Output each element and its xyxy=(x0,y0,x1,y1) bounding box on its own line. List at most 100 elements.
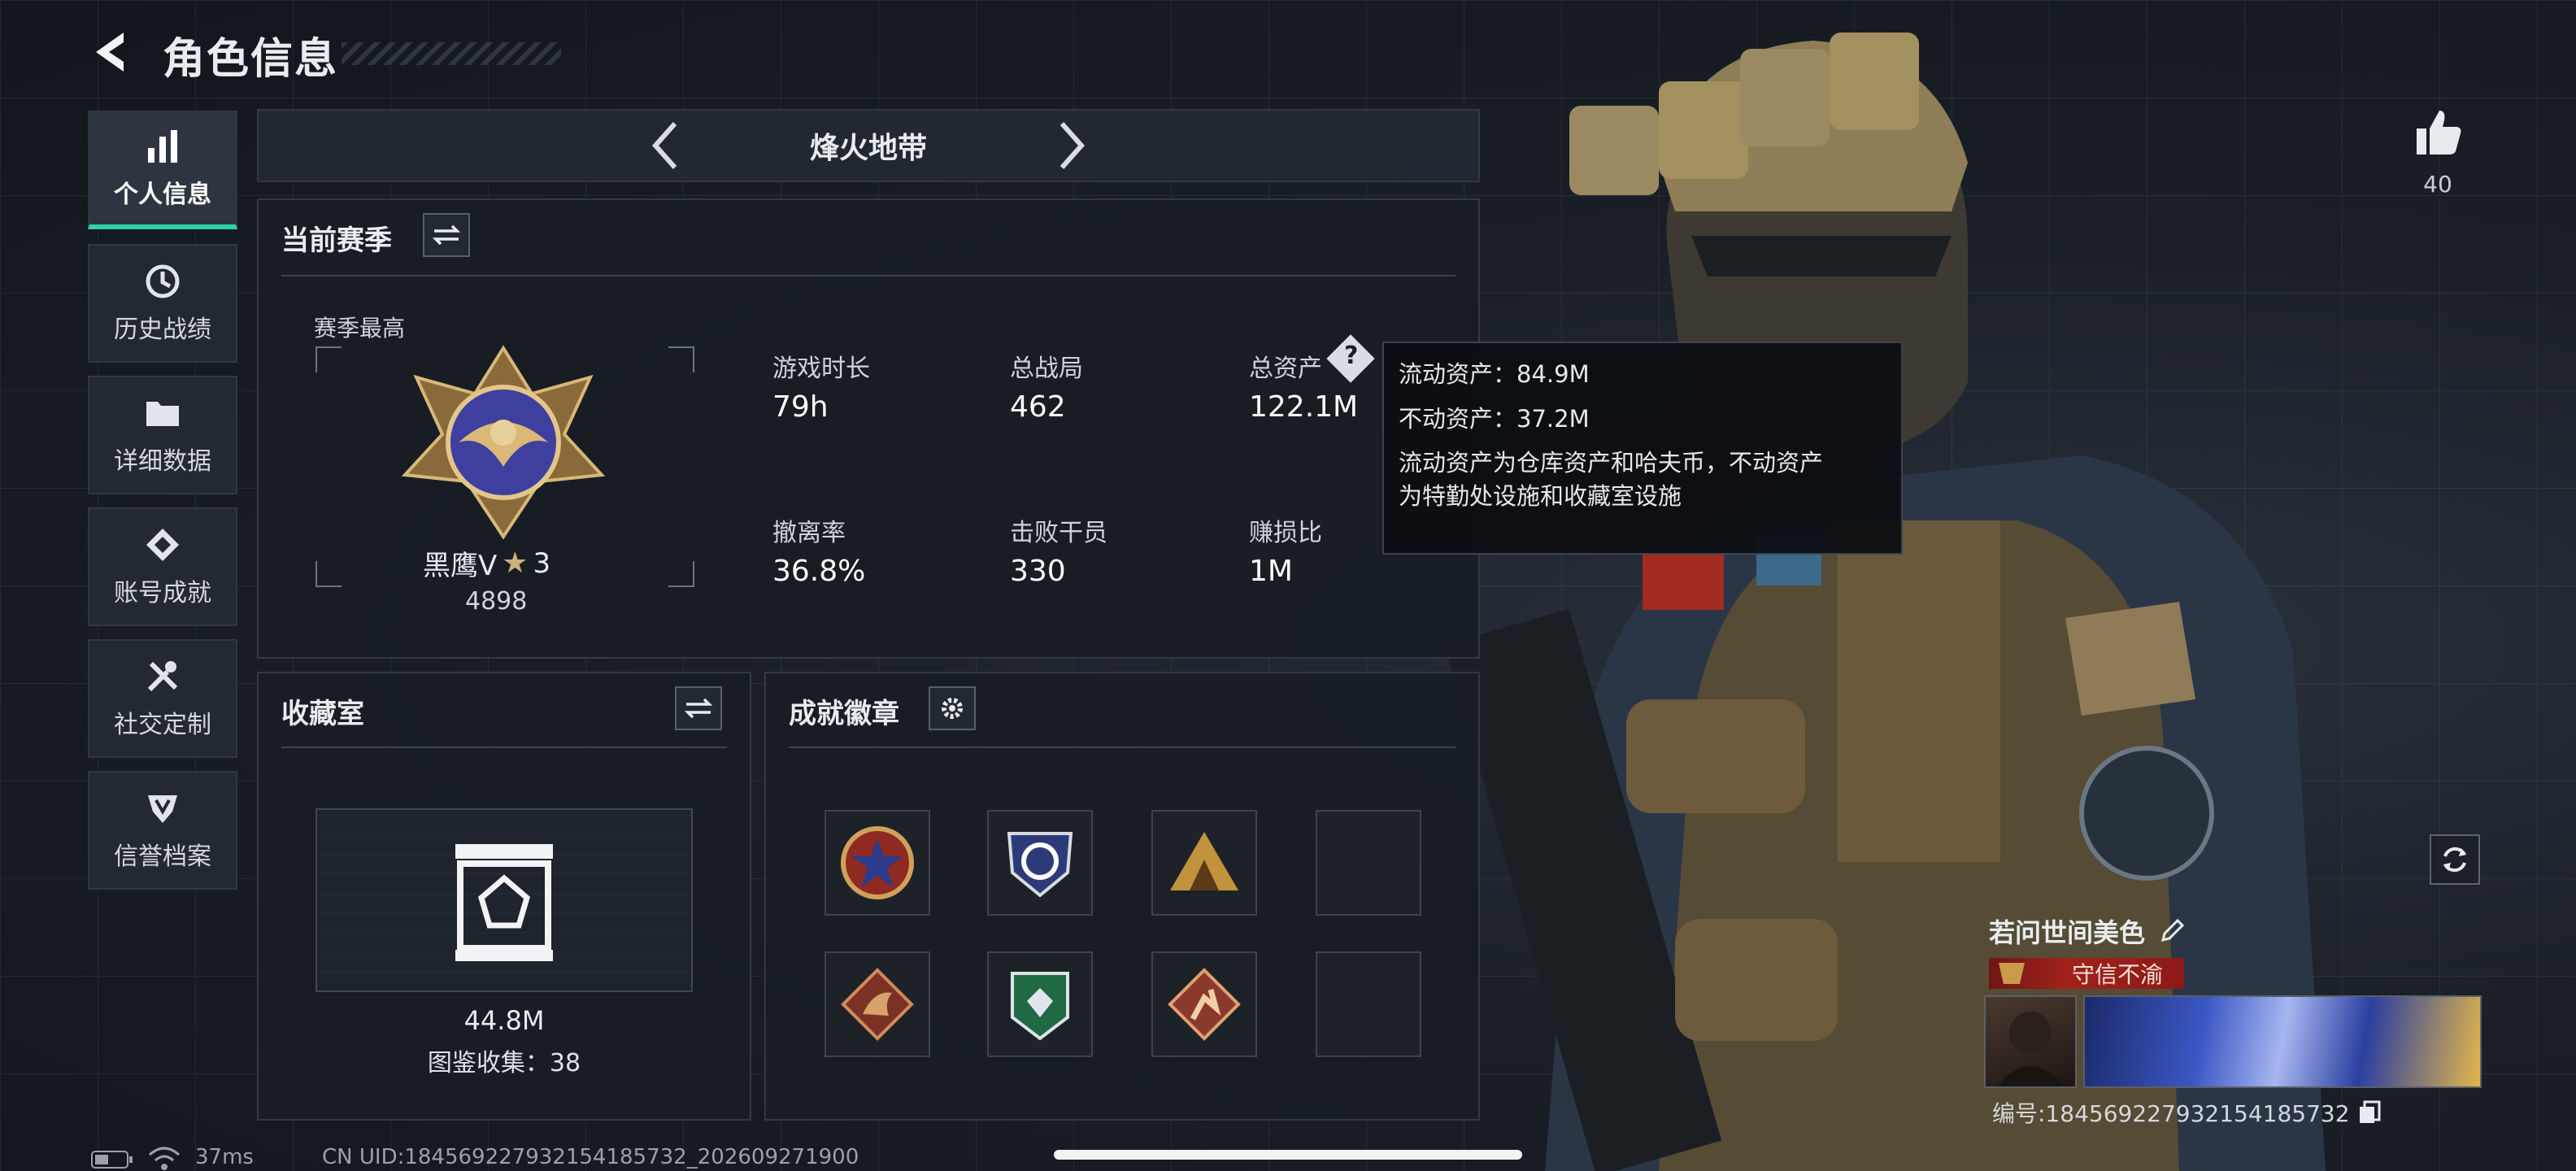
title-stripe-decoration xyxy=(342,42,561,65)
collection-divider xyxy=(281,747,727,748)
achievement-icon xyxy=(146,529,179,561)
stat-label-profit-ratio: 赚损比 xyxy=(1249,519,1322,547)
stat-value-kills: 330 xyxy=(1010,555,1066,588)
sidebar-item-achievements[interactable]: 账号成就 xyxy=(88,507,237,626)
gear-icon xyxy=(942,698,963,719)
badge-slot-empty[interactable] xyxy=(1316,810,1421,916)
reputation-tag-icon xyxy=(1999,963,2025,984)
swap-icon xyxy=(685,698,712,719)
emerald-badge-icon xyxy=(1011,972,1069,1041)
rank-emblem-icon xyxy=(402,345,605,540)
reputation-tag-label: 守信不渝 xyxy=(2072,961,2164,988)
stat-label-matches: 总战局 xyxy=(1010,355,1083,383)
stat-label-extract-rate: 撤离率 xyxy=(772,519,846,547)
badge-slot[interactable] xyxy=(825,951,930,1057)
badge-slot[interactable] xyxy=(1151,951,1257,1057)
stat-value-matches: 462 xyxy=(1010,390,1066,424)
uid-readout: CN UID:18456922793215418573​2_2026092719… xyxy=(322,1145,859,1169)
back-arrow-icon[interactable] xyxy=(88,28,133,76)
swap-icon xyxy=(433,224,460,246)
sidebar-item-label: 信誉档案 xyxy=(114,842,211,871)
refresh-button[interactable] xyxy=(2430,834,2480,885)
sidebar-item-personal-info[interactable]: 个人信息 xyxy=(88,111,237,229)
edit-icon[interactable] xyxy=(2158,917,2186,945)
ping-readout: 37ms xyxy=(195,1145,254,1169)
rank-name-row: 黑鹰Ⅴ ★ 3 xyxy=(423,543,550,583)
triangle-badge-icon xyxy=(1170,832,1238,890)
sidebar-item-label: 详细数据 xyxy=(114,447,211,476)
collection-switch-button[interactable] xyxy=(675,686,722,730)
sidebar-item-reputation[interactable]: 信誉档案 xyxy=(88,771,237,890)
player-id: 编号:18456922793215418573​2 xyxy=(1992,1100,2350,1127)
profile-banner[interactable] xyxy=(2083,995,2482,1088)
tools-icon xyxy=(147,661,178,692)
stat-value-playtime: 79h xyxy=(772,390,829,424)
sidebar-item-social[interactable]: 社交定制 xyxy=(88,639,237,758)
dragon-badge-icon xyxy=(841,968,914,1041)
thumbs-up-icon[interactable] xyxy=(2412,106,2464,158)
mode-title: 烽火地带 xyxy=(809,132,927,165)
star-icon: ★ xyxy=(502,546,529,580)
reputation-icon xyxy=(148,795,177,823)
player-id-row: 编号:18456922793215418573​2 xyxy=(1992,1096,2381,1129)
season-switch-button[interactable] xyxy=(423,213,470,257)
copy-icon[interactable] xyxy=(2358,1100,2381,1125)
rank-score: 4898 xyxy=(465,587,528,616)
frame-corner xyxy=(668,561,694,587)
badges-settings-button[interactable] xyxy=(929,686,976,730)
avatar[interactable] xyxy=(1984,995,2077,1088)
reputation-tag: 守信不渝 xyxy=(1989,958,2184,989)
season-divider xyxy=(281,275,1456,276)
stat-value-extract-rate: 36.8% xyxy=(772,555,866,588)
tooltip-desc-line2: 为特勤处设施和收藏室设施 xyxy=(1399,481,1682,510)
stat-label-kills: 击败干员 xyxy=(1010,519,1107,547)
help-icon-glyph: ? xyxy=(1344,342,1359,370)
frame-corner xyxy=(315,561,342,587)
stat-value-profit-ratio: 1M xyxy=(1249,555,1293,588)
stat-label-playtime: 游戏时长 xyxy=(772,355,870,383)
assets-tooltip: 流动资产：84.9M 不动资产：37.2M 流动资产为仓库资产和哈夫币，不动资产… xyxy=(1382,342,1903,555)
tooltip-desc-line1: 流动资产为仓库资产和哈夫币，不动资产 xyxy=(1399,449,1824,477)
shield-badge-icon xyxy=(1007,832,1073,898)
likes-count: 40 xyxy=(2423,171,2452,198)
rank-stars: 3 xyxy=(533,546,551,580)
collection-title: 收藏室 xyxy=(281,698,364,730)
player-name-row: 若问世间美色 xyxy=(1989,912,2186,950)
tooltip-liquid: 流动资产：84.9M xyxy=(1399,360,1590,388)
collection-catalog: 图鉴收集：38 xyxy=(427,1049,581,1077)
sidebar-item-label: 个人信息 xyxy=(114,181,211,209)
badge-slot-empty[interactable] xyxy=(1316,951,1421,1057)
page-title: 角色信息 xyxy=(163,35,339,84)
wifi-icon xyxy=(149,1147,180,1170)
badge-slot[interactable] xyxy=(1151,810,1257,916)
chevron-left-icon[interactable] xyxy=(646,117,686,174)
folder-icon xyxy=(146,402,179,426)
avatar-portrait xyxy=(1997,1012,2064,1086)
frame-corner xyxy=(315,346,342,372)
season-best-label: 赛季最高 xyxy=(314,315,406,342)
badges-divider xyxy=(789,747,1456,748)
player-name: 若问世间美色 xyxy=(1989,917,2146,948)
star-badge-icon xyxy=(841,826,914,899)
sidebar-item-details[interactable]: 详细数据 xyxy=(88,376,237,494)
rank-name: 黑鹰Ⅴ xyxy=(423,550,498,582)
sidebar-item-label: 社交定制 xyxy=(114,711,211,739)
bar-chart-icon xyxy=(148,130,177,163)
battery-icon xyxy=(91,1151,133,1169)
stat-label-assets: 总资产 xyxy=(1249,355,1322,383)
stat-value-assets: 122.1M xyxy=(1249,390,1359,424)
collection-value: 44.8M xyxy=(463,1005,545,1036)
badge-slot[interactable] xyxy=(987,951,1093,1057)
badge-slot[interactable] xyxy=(825,810,930,916)
season-title: 当前赛季 xyxy=(281,224,392,257)
chevron-right-icon[interactable] xyxy=(1051,117,1091,174)
sidebar-item-history[interactable]: 历史战绩 xyxy=(88,244,237,363)
frame-corner xyxy=(668,346,694,372)
sidebar-item-label: 历史战绩 xyxy=(114,316,211,344)
badge-slot[interactable] xyxy=(987,810,1093,916)
home-indicator[interactable] xyxy=(1054,1150,1522,1160)
sidebar-item-label: 账号成就 xyxy=(114,579,211,607)
history-icon xyxy=(146,264,180,298)
badges-title: 成就徽章 xyxy=(789,698,899,730)
tooltip-fixed: 不动资产：37.2M xyxy=(1399,404,1590,433)
